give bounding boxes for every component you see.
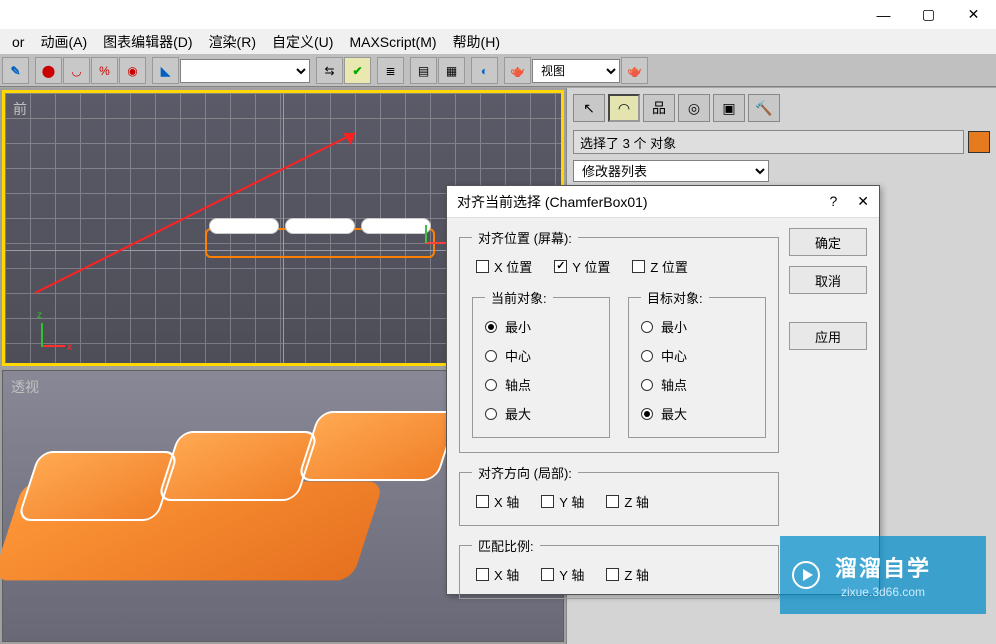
- dialog-help-button[interactable]: ?: [829, 193, 837, 210]
- watermark-url: zixue.3d66.com: [841, 585, 925, 599]
- schematic-view-icon[interactable]: ▦: [438, 57, 465, 84]
- tab-modify-icon[interactable]: ◠: [608, 94, 640, 122]
- tool-create-icon[interactable]: ✎: [2, 57, 29, 84]
- view-select[interactable]: 视图: [532, 59, 620, 83]
- current-object-legend: 当前对象:: [485, 288, 553, 307]
- toolbar: ✎ ⬤ ◡ % ◉ ◣ ⇆ ✔ ≣ ▤ ▦ ◐ 🫖 视图 🫖: [0, 55, 996, 87]
- target-min-radio[interactable]: 最小: [641, 317, 753, 336]
- axis-x-label: x: [67, 342, 72, 353]
- apply-button[interactable]: 应用: [789, 322, 867, 350]
- menu-rendering[interactable]: 渲染(R): [201, 29, 264, 55]
- material-editor-icon[interactable]: ◐: [471, 57, 498, 84]
- scale-y-checkbox[interactable]: Y 轴: [541, 565, 584, 584]
- dialog-title: 对齐当前选择 (ChamferBox01): [457, 192, 648, 212]
- align-orientation-legend: 对齐方向 (局部):: [472, 463, 578, 482]
- current-center-radio[interactable]: 中心: [485, 346, 597, 365]
- current-max-radio[interactable]: 最大: [485, 404, 597, 423]
- menu-help[interactable]: 帮助(H): [445, 29, 508, 55]
- curve-editor-icon[interactable]: ▤: [410, 57, 437, 84]
- orient-x-checkbox[interactable]: X 轴: [476, 492, 519, 511]
- sofa-model: [8, 391, 428, 591]
- target-object-group: 目标对象: 最小 中心 轴点 最大: [628, 288, 766, 438]
- named-selection-icon[interactable]: ◣: [152, 57, 179, 84]
- target-max-radio[interactable]: 最大: [641, 404, 753, 423]
- match-scale-legend: 匹配比例:: [472, 536, 540, 555]
- tab-create-icon[interactable]: ↖: [573, 94, 605, 122]
- cancel-button[interactable]: 取消: [789, 266, 867, 294]
- target-pivot-radio[interactable]: 轴点: [641, 375, 753, 394]
- dialog-close-button[interactable]: ✕: [857, 193, 869, 210]
- menu-customize[interactable]: 自定义(U): [264, 29, 341, 55]
- cushion-wire: [209, 218, 279, 234]
- tab-display-icon[interactable]: ▣: [713, 94, 745, 122]
- layers-icon[interactable]: ≣: [377, 57, 404, 84]
- align-position-legend: 对齐位置 (屏幕):: [472, 228, 578, 247]
- axis-y-label: z: [37, 310, 42, 321]
- cushion-wire: [361, 218, 431, 234]
- modifier-list-select[interactable]: 修改器列表: [573, 160, 769, 182]
- watermark-text: 溜溜自学: [835, 551, 931, 583]
- sofa-wireframe: [205, 228, 435, 258]
- dialog-titlebar[interactable]: 对齐当前选择 (ChamferBox01) ? ✕: [447, 186, 879, 218]
- render-icon[interactable]: 🫖: [621, 57, 648, 84]
- align-position-group: 对齐位置 (屏幕): X 位置 Y 位置 Z 位置 当前对象: 最小 中心 轴点…: [459, 228, 779, 453]
- cushion-wire: [285, 218, 355, 234]
- percent-snap-icon[interactable]: %: [91, 57, 118, 84]
- tab-hierarchy-icon[interactable]: 品: [643, 94, 675, 122]
- menu-or[interactable]: or: [4, 31, 32, 53]
- viewport-front-label: 前: [13, 99, 27, 119]
- align-dialog: 对齐当前选择 (ChamferBox01) ? ✕ 对齐位置 (屏幕): X 位…: [446, 185, 880, 595]
- menu-maxscript[interactable]: MAXScript(M): [341, 31, 444, 53]
- x-position-checkbox[interactable]: X 位置: [476, 257, 532, 276]
- maximize-button[interactable]: ▢: [906, 0, 951, 29]
- selection-name-input[interactable]: [573, 130, 964, 154]
- menu-graph-editors[interactable]: 图表编辑器(D): [95, 29, 200, 55]
- axis-gizmo: x z: [35, 309, 79, 353]
- align-icon[interactable]: ✔: [344, 57, 371, 84]
- target-center-radio[interactable]: 中心: [641, 346, 753, 365]
- tab-utilities-icon[interactable]: 🔨: [748, 94, 780, 122]
- scale-z-checkbox[interactable]: Z 轴: [606, 565, 649, 584]
- match-scale-group: 匹配比例: X 轴 Y 轴 Z 轴: [459, 536, 779, 599]
- mirror-icon[interactable]: ⇆: [316, 57, 343, 84]
- ok-button[interactable]: 确定: [789, 228, 867, 256]
- command-panel-tabs: ↖ ◠ 品 ◎ ▣ 🔨: [573, 94, 990, 122]
- viewport-persp-label: 透视: [11, 377, 39, 397]
- watermark: 溜溜自学 zixue.3d66.com: [780, 536, 986, 614]
- scale-x-checkbox[interactable]: X 轴: [476, 565, 519, 584]
- menu-animation[interactable]: 动画(A): [32, 29, 95, 55]
- play-icon: [792, 561, 820, 589]
- close-button[interactable]: ✕: [951, 0, 996, 29]
- current-object-group: 当前对象: 最小 中心 轴点 最大: [472, 288, 610, 438]
- spinner-snap-icon[interactable]: ◉: [119, 57, 146, 84]
- orient-y-checkbox[interactable]: Y 轴: [541, 492, 584, 511]
- snap-toggle-icon[interactable]: ⬤: [35, 57, 62, 84]
- tab-motion-icon[interactable]: ◎: [678, 94, 710, 122]
- minimize-button[interactable]: —: [861, 0, 906, 29]
- current-pivot-radio[interactable]: 轴点: [485, 375, 597, 394]
- y-position-checkbox[interactable]: Y 位置: [554, 257, 610, 276]
- named-selection-select[interactable]: [180, 59, 310, 83]
- orient-z-checkbox[interactable]: Z 轴: [606, 492, 649, 511]
- target-object-legend: 目标对象:: [641, 288, 709, 307]
- z-position-checkbox[interactable]: Z 位置: [632, 257, 688, 276]
- render-setup-icon[interactable]: 🫖: [504, 57, 531, 84]
- current-min-radio[interactable]: 最小: [485, 317, 597, 336]
- angle-snap-icon[interactable]: ◡: [63, 57, 90, 84]
- object-color-swatch[interactable]: [968, 131, 990, 153]
- menubar: or 动画(A) 图表编辑器(D) 渲染(R) 自定义(U) MAXScript…: [0, 29, 996, 55]
- titlebar: — ▢ ✕: [0, 0, 996, 29]
- align-orientation-group: 对齐方向 (局部): X 轴 Y 轴 Z 轴: [459, 463, 779, 526]
